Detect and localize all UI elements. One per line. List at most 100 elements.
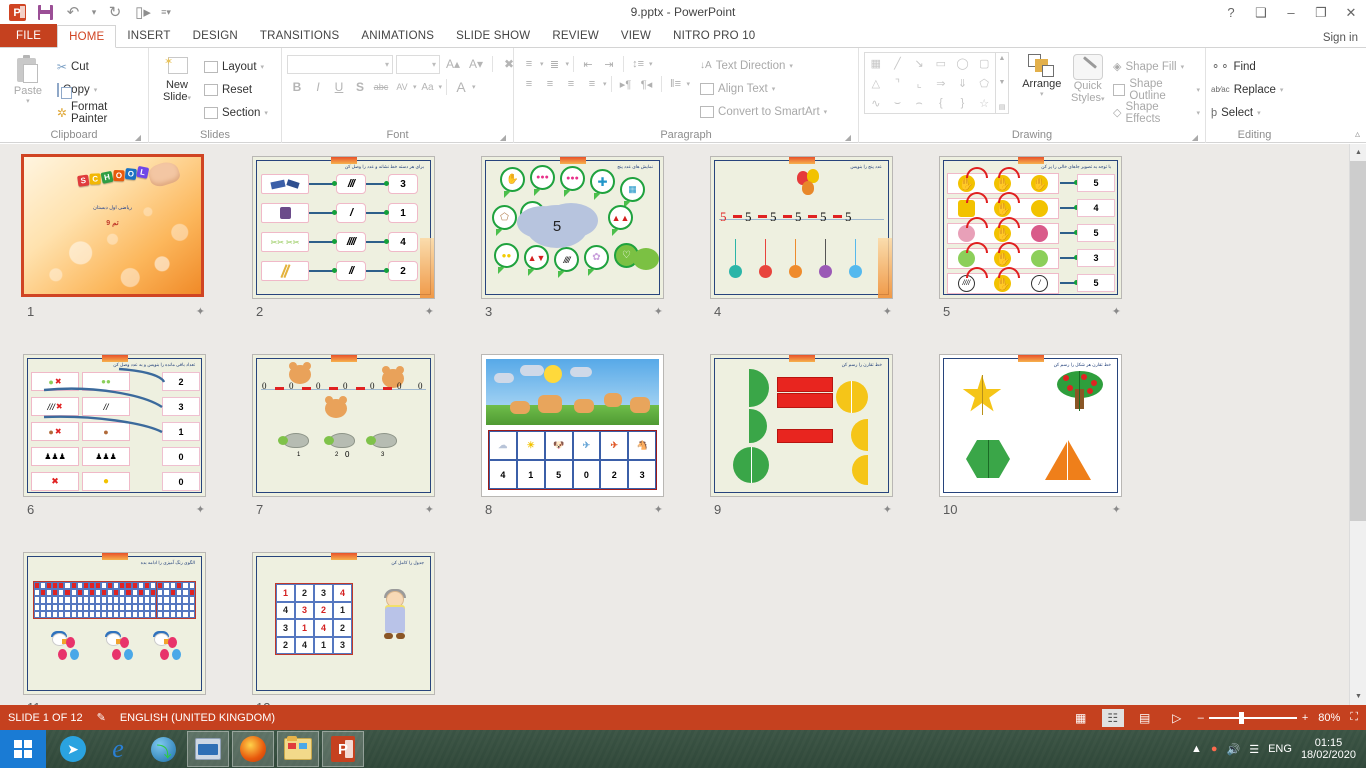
rtl-direction-button[interactable]: ¶◂ [637, 74, 657, 94]
fit-slide-icon[interactable]: ⛶ [1350, 711, 1358, 724]
start-button[interactable] [0, 730, 46, 768]
underline-button[interactable]: U [329, 77, 349, 97]
down-arrow-shape-icon[interactable]: ⇓ [958, 77, 967, 90]
character-spacing-button[interactable]: AV [392, 77, 412, 97]
undo-dropdown-icon[interactable]: ▾ [88, 2, 100, 24]
help-button[interactable]: ? [1216, 0, 1246, 25]
decrease-indent-button[interactable]: ⇤ [578, 54, 598, 74]
slide-thumbnail-8[interactable]: ☁ ☀ 🐶 ✈ ✈ 🐴 4 1 5 0 2 3 [458, 350, 687, 548]
collapse-ribbon-button[interactable]: ▵ [1355, 129, 1360, 140]
tab-review[interactable]: REVIEW [541, 24, 610, 47]
slide-thumbnail-9[interactable]: خط تقارن را رسم کن 9 [687, 350, 916, 548]
scroll-up-icon[interactable]: ▲ [1350, 144, 1366, 161]
copy-dropdown-icon[interactable]: ▾ [94, 86, 98, 94]
volume-icon[interactable]: 🔊 [1227, 743, 1241, 756]
slide-sorter-pane[interactable]: SC HO OL ریاضی اول دبستان تم 9 1 ✦ برای … [0, 144, 1366, 705]
tab-view[interactable]: VIEW [610, 24, 662, 47]
replace-button[interactable]: ab⁄ac Replace ▾ [1211, 78, 1283, 101]
shapes-gallery[interactable]: ▦ ╱ ↘ ▭ ◯ ▢ △ ⌝ ⌞ ⇒ ⇓ ⬠ ∿ ⌣ ⌢ [864, 52, 996, 114]
reading-view-icon[interactable]: ▤ [1134, 709, 1156, 727]
paragraph-dialog-launcher[interactable]: ◢ [845, 133, 851, 142]
redo-icon[interactable]: ↻ [102, 2, 128, 24]
zoom-in-button[interactable]: + [1302, 712, 1308, 724]
slide-canvas-10[interactable]: خط تقارن هر شکل را رسم کن [939, 354, 1122, 497]
powerpoint-icon[interactable]: P [322, 731, 364, 767]
show-hidden-icons[interactable]: ▲ [1191, 743, 1202, 755]
undo-icon[interactable]: ↶ [60, 2, 86, 24]
slides-scrollbar[interactable]: ▲ ▼ [1349, 144, 1366, 705]
decrease-font-size-button[interactable]: A▾ [466, 54, 486, 74]
slide-canvas-7[interactable]: 0 0 0 0 0 0 0 [252, 354, 435, 497]
elbow-connector-icon[interactable]: ⌝ [895, 77, 900, 90]
copy-button[interactable]: Copy ▾ [57, 78, 143, 101]
left-brace-shape-icon[interactable]: { [939, 97, 943, 109]
onscreen-keyboard-icon[interactable] [187, 731, 229, 767]
find-button[interactable]: ⚬⚬ Find [1211, 55, 1283, 78]
zoom-out-button[interactable]: – [1198, 712, 1204, 724]
align-center-button[interactable]: ≡ [540, 74, 560, 94]
shape-fill-button[interactable]: ◈ Shape Fill ▾ [1113, 55, 1200, 78]
animation-star-icon-10[interactable]: ✦ [1112, 503, 1121, 516]
animation-star-icon-1[interactable]: ✦ [196, 305, 205, 318]
tab-insert[interactable]: INSERT [116, 24, 181, 47]
increase-font-size-button[interactable]: A▴ [443, 54, 463, 74]
justify-button[interactable]: ≡ [582, 74, 602, 94]
align-right-button[interactable]: ≡ [561, 74, 581, 94]
bullets-button[interactable]: ≡ [519, 54, 539, 74]
arrange-button[interactable]: Arrange ▾ [1017, 52, 1067, 98]
start-slideshow-icon[interactable]: ▯▸ [130, 2, 156, 24]
tab-transitions[interactable]: TRANSITIONS [249, 24, 351, 47]
bold-button[interactable]: B [287, 77, 307, 97]
change-case-button[interactable]: Aa [418, 77, 438, 97]
tab-home[interactable]: HOME [57, 25, 116, 48]
powerpoint-app-icon[interactable]: P [4, 2, 30, 24]
sign-in-link[interactable]: Sign in [1323, 32, 1358, 44]
curve-shape-icon[interactable]: ⌢ [916, 97, 923, 110]
tab-file[interactable]: FILE [0, 24, 57, 47]
shape-outline-button[interactable]: Shape Outline ▾ [1113, 78, 1200, 101]
animation-star-icon-7[interactable]: ✦ [425, 503, 434, 516]
animation-star-icon-2[interactable]: ✦ [425, 305, 434, 318]
slide-canvas-2[interactable]: برای هر دسته خط نشانه و عدد را وصل کن //… [252, 156, 435, 299]
language-indicator[interactable]: ENGLISH (UNITED KINGDOM) [120, 712, 275, 724]
slide-thumbnail-6[interactable]: تعداد باقی مانده را بنویس و به عدد وصل ک… [0, 350, 229, 548]
increase-indent-button[interactable]: ⇥ [599, 54, 619, 74]
star-shape-icon[interactable]: ☆ [979, 97, 989, 110]
paste-button[interactable]: Paste ▾ [5, 53, 51, 105]
tab-animations[interactable]: ANIMATIONS [350, 24, 445, 47]
slide-canvas-9[interactable]: خط تقارن را رسم کن [710, 354, 893, 497]
quick-styles-button[interactable]: Quick Styles▾ [1067, 52, 1109, 106]
gallery-scroll-up-icon[interactable]: ▲ [999, 55, 1006, 62]
network-icon[interactable]: ● [1211, 743, 1218, 755]
scroll-down-icon[interactable]: ▼ [1350, 688, 1366, 705]
ribbon-display-options-icon[interactable]: ❑ [1246, 0, 1276, 25]
slide-canvas-8[interactable]: ☁ ☀ 🐶 ✈ ✈ 🐴 4 1 5 0 2 3 [481, 354, 664, 497]
slide-canvas-1[interactable]: SC HO OL ریاضی اول دبستان تم 9 [21, 154, 204, 297]
font-size-input[interactable]: ▾ [396, 55, 440, 74]
line-spacing-button[interactable]: ↕≡ [628, 54, 648, 74]
textbox-shape-icon[interactable]: ▦ [871, 57, 881, 70]
slide-canvas-6[interactable]: تعداد باقی مانده را بنویس و به عدد وصل ک… [23, 354, 206, 497]
right-arrow-shape-icon[interactable]: ⇒ [936, 77, 945, 90]
language-tray[interactable]: ENG [1268, 743, 1292, 755]
scribble-shape-icon[interactable]: ∿ [871, 97, 880, 110]
new-slide-button[interactable]: ✶ New Slide▾ [154, 53, 200, 105]
gallery-expand-icon[interactable]: ▤ [999, 103, 1006, 111]
section-button[interactable]: Section ▾ [204, 101, 268, 124]
tab-nitro-pro[interactable]: NITRO PRO 10 [662, 24, 766, 47]
slide-canvas-4[interactable]: عدد پنج را بنویس 5 5 5 5 5 [710, 156, 893, 299]
slide-thumbnail-2[interactable]: برای هر دسته خط نشانه و عدد را وصل کن //… [229, 152, 458, 350]
save-icon[interactable] [32, 2, 58, 24]
animation-star-icon-8[interactable]: ✦ [654, 503, 663, 516]
select-button[interactable]: ϸ Select ▾ [1211, 101, 1283, 124]
slide-canvas-5[interactable]: با توجه به تصویر جاهای خالی را پر کن ✋✋✋… [939, 156, 1122, 299]
tab-design[interactable]: DESIGN [182, 24, 249, 47]
clipboard-dialog-launcher[interactable]: ◢ [135, 133, 141, 142]
slide-canvas-12[interactable]: جدول را کامل کن 1234432131422413 [252, 552, 435, 695]
text-shadow-button[interactable]: S [350, 77, 370, 97]
tab-slide-show[interactable]: SLIDE SHOW [445, 24, 541, 47]
shape-effects-button[interactable]: ◇ Shape Effects ▾ [1113, 101, 1200, 124]
font-name-input[interactable]: ▾ [287, 55, 393, 74]
customize-qat-icon[interactable]: ≡▾ [158, 2, 174, 24]
close-button[interactable]: ✕ [1336, 0, 1366, 25]
